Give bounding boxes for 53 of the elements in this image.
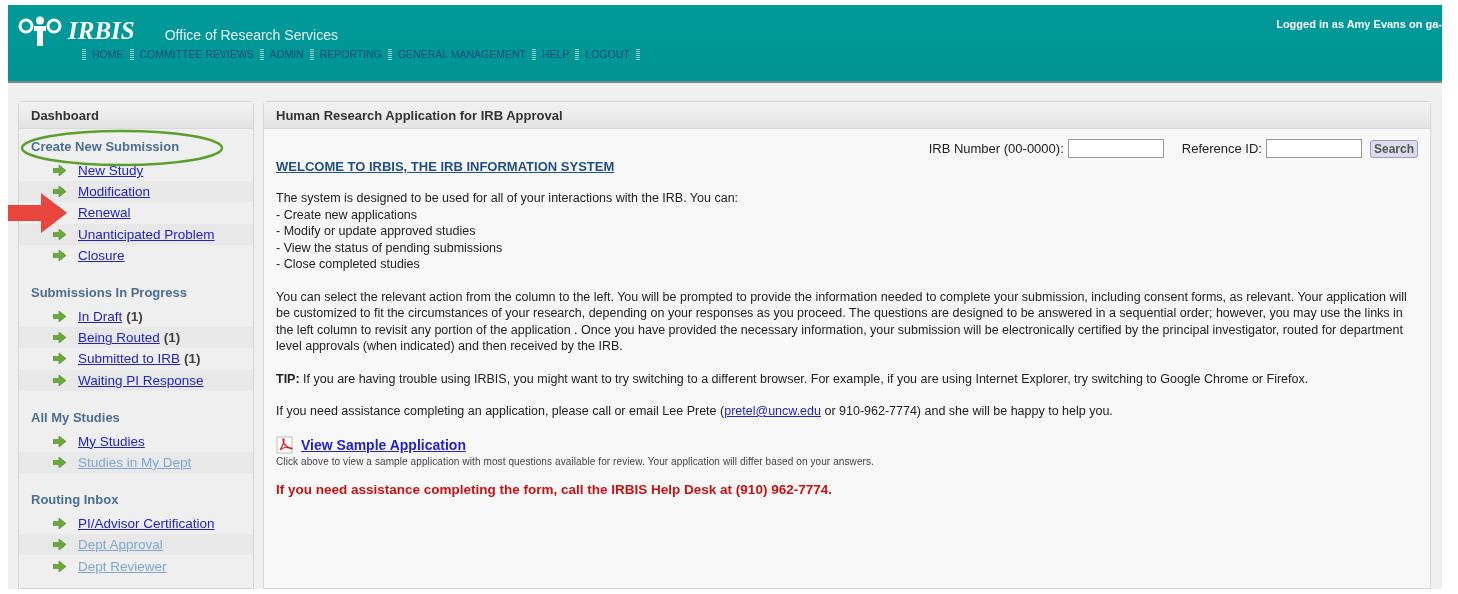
sample-application-link[interactable]: View Sample Application xyxy=(301,436,466,453)
field-label: IRB Number (00-0000): xyxy=(928,141,1064,156)
contact-paragraph: If you need assistance completing an application, please call or email Lee Prete (pretel@uncw.edu or 910-962-7774) and she will be happy to help you. xyxy=(276,403,1114,420)
section-heading: All My Studies xyxy=(30,408,121,427)
irb-number-field[interactable] xyxy=(1067,139,1164,158)
reference-id-field[interactable] xyxy=(1265,139,1362,158)
sidebar-link[interactable]: Being Routed xyxy=(78,330,160,346)
sample-note: Click above to view a sample application with most questions available for review. Your application will differ based on your answers. xyxy=(276,455,875,467)
sidebar-link[interactable]: Closure xyxy=(78,247,125,263)
intro-line: - Close completed studies xyxy=(276,256,421,273)
arrow-icon xyxy=(53,353,66,365)
welcome-heading: WELCOME TO IRBIS, THE IRB INFORMATION SYSTEM xyxy=(276,159,616,174)
logo-icon xyxy=(18,16,62,46)
pdf-icon xyxy=(276,435,294,454)
tip-paragraph: TIP: If you are having trouble using IRBIS, you might want to try switching to a different browser. For example, if you are using Internet Explorer, try switching to Google Chrome or Firefox. xyxy=(276,370,1310,387)
arrow-icon xyxy=(53,249,66,261)
intro-line: - Modify or update approved studies xyxy=(276,223,477,240)
item-count: (1) xyxy=(163,330,181,346)
header-subtitle: Office of Research Services xyxy=(164,27,338,43)
section-heading: Submissions In Progress xyxy=(30,283,189,302)
arrow-icon xyxy=(53,228,66,240)
help-desk-message: If you need assistance completing the form, call the IRBIS Help Desk at (910) 962-7774. xyxy=(276,481,833,497)
sidebar-link[interactable]: Submitted to IRB xyxy=(78,351,181,367)
intro-line: - Create new applications xyxy=(276,206,419,223)
intro-line: The system is designed to be used for all of your interactions with the IRB. You can: xyxy=(276,190,740,207)
arrow-icon xyxy=(53,165,66,177)
search-button[interactable]: Search xyxy=(1369,139,1418,158)
sidebar-link[interactable]: New Study xyxy=(78,163,144,179)
arrow-icon xyxy=(53,539,66,551)
arrow-icon xyxy=(53,435,66,447)
description-paragraph: You can select the relevant action from the column to the left. You will be prompted to provide the information needed to complete your submission, including consent forms, as relevant. Your application will be customized to fit the circumstances of your research, depending on your responses as you proceed. The questions are designed to be answered in a sequential order; however, you may use the links in the left column to revisit any portion of the application . Once you have provided the necessary information, your submission will be electronically certified by the principal investigator, routed for department level approvals (when indicated) and then received by the IRB. xyxy=(276,288,1408,355)
sidebar-link[interactable]: In Draft xyxy=(78,309,123,325)
email-link[interactable]: pretel@uncw.edu xyxy=(724,404,821,418)
section-heading: Create New Submission xyxy=(30,138,181,156)
arrow-icon xyxy=(53,518,66,530)
field-label: Reference ID: xyxy=(1181,141,1262,156)
arrow-icon xyxy=(53,332,66,344)
user-status: Logged in as Amy Evans on ga- xyxy=(1276,18,1442,30)
arrow-icon xyxy=(53,374,66,386)
sidebar-title: Dashboard xyxy=(19,102,253,129)
section-heading: Routing Inbox xyxy=(30,491,120,510)
sidebar-link[interactable]: My Studies xyxy=(78,433,145,449)
app-logo: IRBIS xyxy=(68,16,135,46)
panel-title: Human Research Application for IRB Approval xyxy=(264,102,1430,129)
arrow-icon xyxy=(53,560,66,572)
intro-line: - View the status of pending submissions xyxy=(276,239,504,256)
item-count: (1) xyxy=(184,351,201,367)
item-count: (1) xyxy=(126,309,143,325)
arrow-icon xyxy=(53,186,66,198)
sidebar-link[interactable]: PI/Advisor Certification xyxy=(78,516,215,532)
sidebar-link[interactable]: Renewal xyxy=(78,205,131,221)
arrow-icon xyxy=(53,311,66,323)
arrow-icon xyxy=(53,456,66,468)
